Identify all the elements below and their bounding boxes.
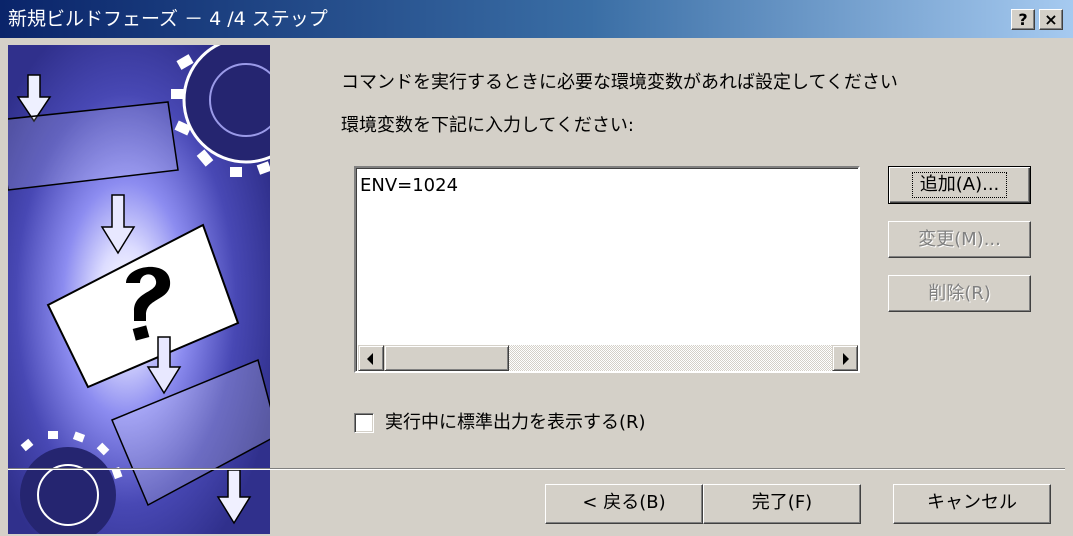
back-button[interactable]: < 戻る(B): [545, 484, 703, 524]
env-var-listbox[interactable]: ENV=1024: [354, 166, 860, 373]
delete-button-label: 削除(R): [928, 283, 991, 304]
description-text: コマンドを実行するときに必要な環境変数があれば設定してください: [341, 72, 898, 93]
prompt-text: 環境変数を下記に入力してください:: [341, 115, 634, 136]
show-output-label[interactable]: 実行中に標準出力を表示する(R): [385, 412, 646, 434]
delete-button[interactable]: 削除(R): [888, 275, 1031, 312]
finish-button-label: 完了(F): [751, 492, 813, 513]
cancel-button[interactable]: キャンセル: [893, 484, 1051, 524]
show-output-checkbox[interactable]: [354, 413, 374, 433]
close-button[interactable]: ×: [1039, 9, 1063, 30]
arrow-left-icon: [367, 353, 373, 365]
back-button-label: < 戻る(B): [582, 492, 666, 513]
cancel-button-label: キャンセル: [927, 492, 1017, 513]
window-title: 新規ビルドフェーズ － 4 /4 ステップ: [8, 8, 328, 30]
wizard-dialog: 新規ビルドフェーズ － 4 /4 ステップ ? × コマンドを実行するときに必要…: [0, 0, 1073, 536]
scroll-right-button[interactable]: [832, 345, 858, 371]
finish-button[interactable]: 完了(F): [703, 484, 861, 524]
help-button[interactable]: ?: [1011, 9, 1035, 30]
scroll-left-button[interactable]: [358, 345, 384, 371]
edit-button-label: 変更(M)...: [918, 229, 1001, 250]
title-bar[interactable]: 新規ビルドフェーズ － 4 /4 ステップ ? ×: [0, 0, 1073, 38]
horizontal-scrollbar[interactable]: [358, 345, 858, 371]
arrow-right-icon: [843, 353, 849, 365]
scroll-thumb[interactable]: [384, 345, 509, 371]
wizard-illustration: [8, 45, 270, 534]
edit-button[interactable]: 変更(M)...: [888, 221, 1031, 258]
add-button-label: 追加(A)...: [911, 172, 1008, 198]
add-button[interactable]: 追加(A)...: [888, 166, 1031, 204]
list-item[interactable]: ENV=1024: [360, 175, 458, 197]
footer-divider-highlight: [8, 469, 1065, 470]
